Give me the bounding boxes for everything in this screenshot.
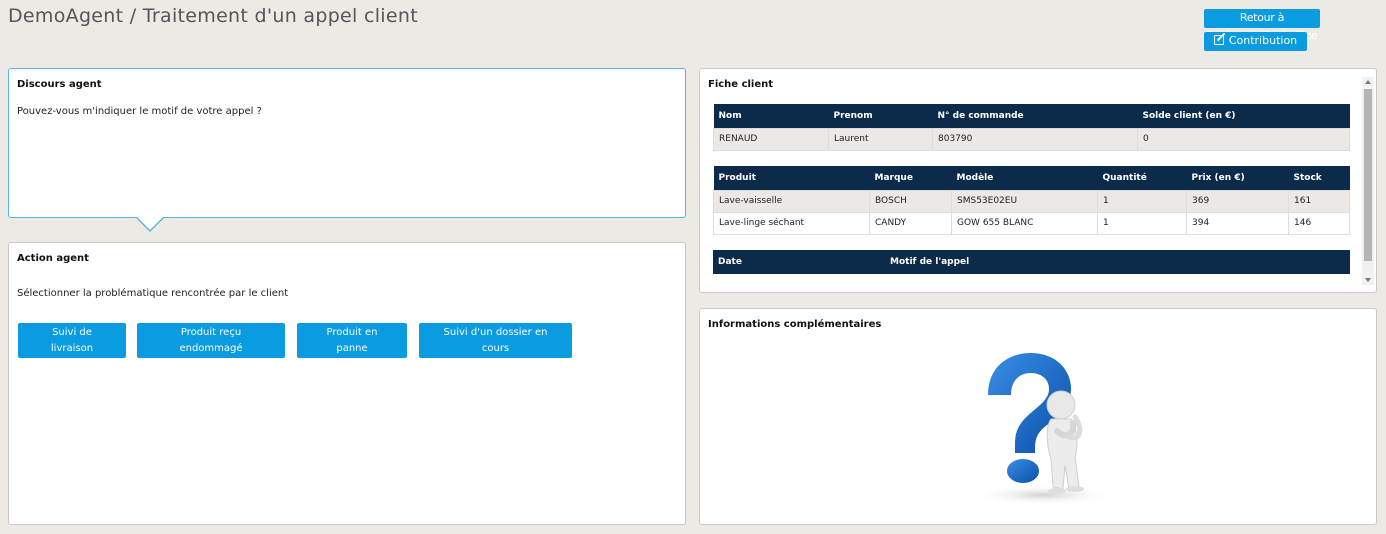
table-row: Lave-linge séchant CANDY GOW 655 BLANC 1…: [713, 211, 1350, 235]
contribution-label: Contribution: [1228, 34, 1298, 47]
table-cell: RENAUD: [713, 127, 829, 151]
table-cell: 161: [1288, 189, 1350, 213]
column-header: Modèle: [951, 166, 1098, 190]
table-header-row: Nom Prenom N° de commande Solde client (…: [713, 104, 1350, 128]
table-cell: Lave-linge séchant: [713, 211, 870, 235]
fiche-client-panel: Fiche client Nom Prenom N° de commande S…: [699, 68, 1377, 293]
button-label-line1: Suivi de: [52, 327, 92, 338]
contribution-button[interactable]: Contribution: [1204, 32, 1307, 51]
client-table: Nom Prenom N° de commande Solde client (…: [713, 104, 1350, 151]
scrollbar-thumb[interactable]: [1364, 89, 1372, 261]
speech-pointer: [135, 216, 165, 232]
button-label-line1: Produit en: [326, 327, 378, 338]
table-cell: Lave-vaisselle: [713, 189, 870, 213]
retour-dashboard-button[interactable]: Retour à DashboardBackoffice: [1204, 9, 1320, 42]
produit-endommage-button[interactable]: Produit reçu endommagé: [137, 323, 285, 358]
suivi-dossier-button[interactable]: Suivi d'un dossier en cours: [419, 323, 572, 358]
table-row: RENAUD Laurent 803790 0: [713, 127, 1350, 151]
column-header: Marque: [869, 166, 952, 190]
informations-complementaires-title: Informations complémentaires: [708, 319, 882, 330]
table-cell: Laurent: [828, 127, 933, 151]
button-label-line2: endommagé: [179, 343, 243, 354]
column-header: Prenom: [828, 104, 933, 128]
column-header: Nom: [713, 104, 829, 128]
column-header: Date: [713, 250, 885, 274]
column-header: Quantité: [1097, 166, 1187, 190]
action-agent-instruction: Sélectionner la problématique rencontrée…: [17, 288, 289, 299]
table-cell: CANDY: [869, 211, 952, 235]
table-cell: 1: [1097, 189, 1187, 213]
informations-complementaires-panel: Informations complémentaires: [699, 308, 1377, 525]
action-agent-panel: Action agent Sélectionner la problématiq…: [8, 242, 686, 525]
table-row: Lave-vaisselle BOSCH SMS53E02EU 1 369 16…: [713, 189, 1350, 213]
table-cell: 369: [1186, 189, 1289, 213]
button-label-line1: Produit reçu: [180, 327, 242, 338]
scroll-down-icon[interactable]: [1365, 278, 1371, 282]
suivi-livraison-button[interactable]: Suivi de livraison: [18, 323, 126, 358]
fiche-client-title: Fiche client: [708, 79, 774, 90]
table-cell: SMS53E02EU: [951, 189, 1098, 213]
produit-en-panne-button[interactable]: Produit en panne: [297, 323, 407, 358]
table-cell: 0: [1137, 127, 1350, 151]
table-cell: GOW 655 BLANC: [951, 211, 1098, 235]
table-header-row: Date Motif de l'appel: [713, 250, 1350, 274]
table-cell: 1: [1097, 211, 1187, 235]
produits-table: Produit Marque Modèle Quantité Prix (en …: [713, 166, 1350, 235]
discours-agent-title: Discours agent: [17, 79, 102, 90]
column-header: N° de commande: [932, 104, 1138, 128]
scroll-up-icon[interactable]: [1365, 80, 1371, 84]
discours-agent-text: Pouvez-vous m'indiquer le motif de votre…: [17, 106, 262, 117]
button-label-line2: cours: [481, 343, 510, 354]
discours-agent-panel: Discours agent Pouvez-vous m'indiquer le…: [8, 68, 686, 232]
column-header: Produit: [713, 166, 870, 190]
action-agent-title: Action agent: [17, 253, 89, 264]
motif-table: Date Motif de l'appel: [713, 250, 1350, 274]
table-cell: 146: [1288, 211, 1350, 235]
table-cell: 394: [1186, 211, 1289, 235]
page-title: DemoAgent / Traitement d'un appel client: [8, 5, 418, 27]
question-mark-figure-icon: [953, 347, 1123, 507]
button-label-line1: Suivi d'un dossier en: [443, 327, 548, 338]
vertical-scrollbar[interactable]: [1362, 77, 1374, 285]
edit-icon: [1213, 35, 1224, 45]
table-cell: BOSCH: [869, 189, 952, 213]
button-label-line2: panne: [336, 343, 368, 354]
button-label-line2: livraison: [50, 343, 94, 354]
table-header-row: Produit Marque Modèle Quantité Prix (en …: [713, 166, 1350, 190]
column-header: Motif de l'appel: [885, 250, 1350, 274]
column-header: Prix (en €): [1186, 166, 1289, 190]
column-header: Stock: [1288, 166, 1350, 190]
column-header: Solde client (en €): [1137, 104, 1350, 128]
table-cell: 803790: [932, 127, 1138, 151]
